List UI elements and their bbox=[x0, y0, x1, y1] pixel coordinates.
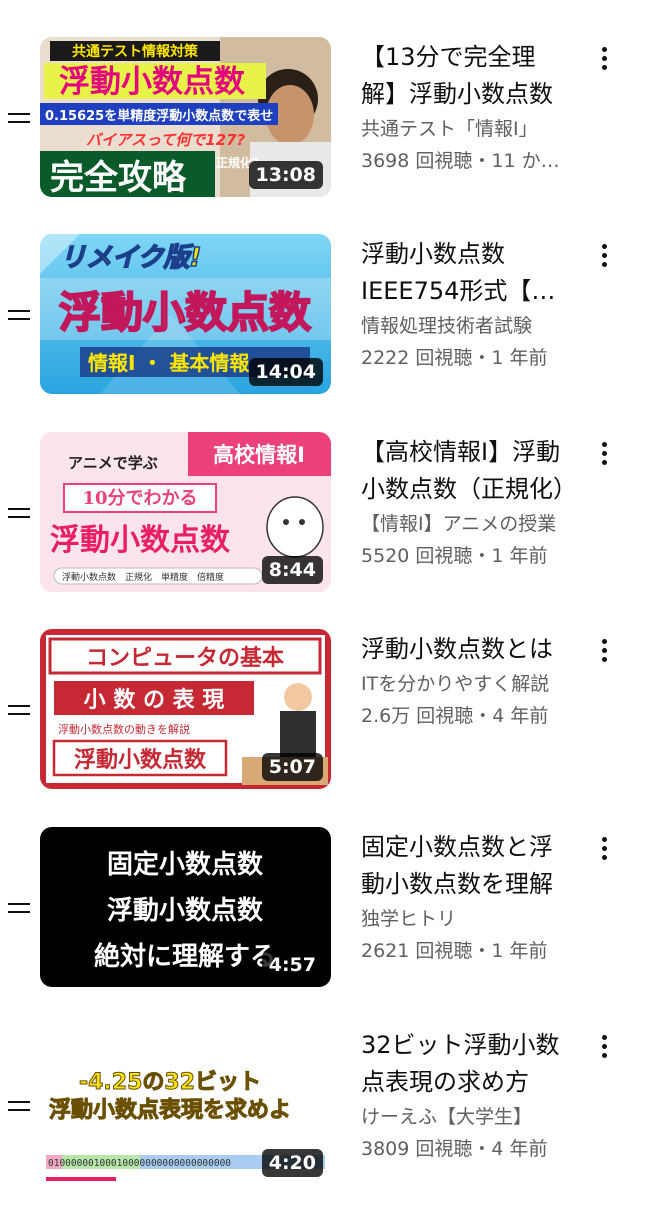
video-title[interactable]: 固定小数点数と浮動小数点数を理解 bbox=[361, 829, 571, 903]
drag-handle-icon[interactable] bbox=[8, 310, 30, 322]
video-stats: 3698 回視聴・11 か月前 bbox=[361, 150, 571, 172]
drag-handle-icon[interactable] bbox=[8, 508, 30, 520]
svg-text:リメイク版!: リメイク版! bbox=[60, 243, 201, 273]
video-thumbnail[interactable]: 高校情報Ⅰ アニメで学ぶ 10分でわかる 浮動小数点数 浮動小数点数 正規化 単… bbox=[40, 432, 331, 592]
svg-text:バイアスって何で127?: バイアスって何で127? bbox=[86, 131, 246, 149]
svg-text:小 数 の 表 現: 小 数 の 表 現 bbox=[84, 687, 225, 713]
video-item[interactable]: 高校情報Ⅰ アニメで学ぶ 10分でわかる 浮動小数点数 浮動小数点数 正規化 単… bbox=[0, 432, 655, 629]
more-actions-icon[interactable] bbox=[596, 1035, 612, 1061]
svg-text:浮動小数点表現を求めよ: 浮動小数点表現を求めよ bbox=[49, 1097, 291, 1123]
svg-text:浮動小数点数 正規化 単精度 倍精度: 浮動小数点数 正規化 単精度 倍精度 bbox=[62, 571, 224, 583]
video-info[interactable]: 【高校情報Ⅰ】浮動小数点数（正規化） 【情報Ⅰ】アニメの授業 5520 回視聴・… bbox=[361, 434, 571, 572]
svg-text:0.15625を単精度浮動小数点数で表せ: 0.15625を単精度浮動小数点数で表せ bbox=[45, 108, 273, 124]
video-title[interactable]: 浮動小数点数とは bbox=[361, 631, 571, 668]
video-stats: 2.6万 回視聴・4 年前 bbox=[361, 705, 549, 727]
video-info[interactable]: 浮動小数点数とは ITを分かりやすく解説 2.6万 回視聴・4 年前 bbox=[361, 631, 571, 732]
svg-text:浮動小数点数: 浮動小数点数 bbox=[74, 747, 207, 773]
playlist-video-list: 共通テスト情報対策 浮動小数点数 0.15625を単精度浮動小数点数で表せ バイ… bbox=[0, 0, 655, 1200]
duration-badge: 14:04 bbox=[248, 358, 323, 386]
channel-name: 独学ヒトリ bbox=[361, 908, 457, 930]
svg-text:高校情報Ⅰ: 高校情報Ⅰ bbox=[213, 443, 305, 467]
channel-name: ITを分かりやすく解説 bbox=[361, 673, 550, 695]
svg-text:完全攻略: 完全攻略 bbox=[50, 158, 187, 197]
video-stats: 3809 回視聴・4 年前 bbox=[361, 1138, 548, 1160]
video-stats: 2222 回視聴・1 年前 bbox=[361, 347, 548, 369]
svg-text:浮動小数点数: 浮動小数点数 bbox=[59, 288, 311, 337]
more-actions-icon[interactable] bbox=[596, 47, 612, 73]
duration-badge: 4:20 bbox=[261, 1149, 323, 1177]
svg-text:共通テスト情報対策: 共通テスト情報対策 bbox=[72, 43, 199, 60]
video-info[interactable]: 浮動小数点数 IEEE754形式【基本情報】 情報処理技術者試験 2222 回視… bbox=[361, 236, 571, 374]
video-title[interactable]: 浮動小数点数 IEEE754形式【基本情報】 bbox=[361, 236, 571, 310]
svg-text:固定小数点数: 固定小数点数 bbox=[107, 849, 264, 880]
channel-name: 共通テスト「情報Ⅰ」 bbox=[361, 118, 538, 140]
video-thumbnail[interactable]: リメイク版! 浮動小数点数 情報Ⅰ ・ 基本情報 14:04 bbox=[40, 234, 331, 394]
more-actions-icon[interactable] bbox=[596, 639, 612, 665]
drag-handle-icon[interactable] bbox=[8, 705, 30, 717]
drag-handle-icon[interactable] bbox=[8, 1101, 30, 1113]
video-stats: 5520 回視聴・1 年前 bbox=[361, 545, 548, 567]
video-info[interactable]: 固定小数点数と浮動小数点数を理解 独学ヒトリ 2621 回視聴・1 年前 bbox=[361, 829, 571, 967]
video-title[interactable]: 【高校情報Ⅰ】浮動小数点数（正規化） bbox=[361, 434, 571, 508]
video-info[interactable]: 32ビット浮動小数点表現の求め方 けーえふ【大学生】 3809 回視聴・4 年前 bbox=[361, 1027, 571, 1165]
more-actions-icon[interactable] bbox=[596, 244, 612, 270]
video-item[interactable]: リメイク版! 浮動小数点数 情報Ⅰ ・ 基本情報 14:04 浮動小数点数 IE… bbox=[0, 234, 655, 431]
svg-text:浮動小数点数の動きを解説: 浮動小数点数の動きを解説 bbox=[58, 722, 190, 736]
duration-badge: 13:08 bbox=[248, 161, 323, 189]
svg-text:浮動小数点数: 浮動小数点数 bbox=[107, 895, 264, 926]
channel-name: 情報処理技術者試験 bbox=[361, 315, 533, 337]
svg-text:コンピュータの基本: コンピュータの基本 bbox=[86, 646, 284, 671]
svg-text:浮動小数点数: 浮動小数点数 bbox=[59, 64, 245, 100]
svg-text:10分でわかる: 10分でわかる bbox=[82, 488, 197, 509]
drag-handle-icon[interactable] bbox=[8, 903, 30, 915]
svg-text:情報Ⅰ ・ 基本情報: 情報Ⅰ ・ 基本情報 bbox=[88, 351, 250, 375]
more-actions-icon[interactable] bbox=[596, 837, 612, 863]
video-title[interactable]: 【13分で完全理解】浮動小数点数 bbox=[361, 39, 571, 113]
svg-text:浮動小数点数: 浮動小数点数 bbox=[50, 523, 231, 558]
video-thumbnail[interactable]: 共通テスト情報対策 浮動小数点数 0.15625を単精度浮動小数点数で表せ バイ… bbox=[40, 37, 331, 197]
svg-text:-4.25の32ビット: -4.25の32ビット bbox=[79, 1070, 261, 1095]
video-title[interactable]: 32ビット浮動小数点表現の求め方 bbox=[361, 1027, 571, 1101]
video-thumbnail[interactable]: -4.25の32ビット 浮動小数点表現を求めよ 0100000010001000… bbox=[40, 1025, 331, 1185]
channel-name: けーえふ【大学生】 bbox=[361, 1106, 533, 1128]
duration-badge: 4:57 bbox=[261, 951, 323, 979]
channel-name: 【情報Ⅰ】アニメの授業 bbox=[361, 513, 557, 535]
video-stats: 2621 回視聴・1 年前 bbox=[361, 940, 548, 962]
svg-text:010000001000100000000000000000: 01000000100010000000000000000000 bbox=[48, 1158, 231, 1169]
video-thumbnail[interactable]: コンピュータの基本 小 数 の 表 現 浮動小数点数の動きを解説 浮動小数点数 … bbox=[40, 629, 331, 789]
video-item[interactable]: 固定小数点数 浮動小数点数 絶対に理解する 4:57 固定小数点数と浮動小数点数… bbox=[0, 827, 655, 1024]
svg-text:絶対に理解する: 絶対に理解する bbox=[94, 941, 276, 972]
svg-text:アニメで学ぶ: アニメで学ぶ bbox=[68, 454, 158, 472]
duration-badge: 8:44 bbox=[261, 556, 323, 584]
video-item[interactable]: -4.25の32ビット 浮動小数点表現を求めよ 0100000010001000… bbox=[0, 1025, 655, 1222]
video-item[interactable]: 共通テスト情報対策 浮動小数点数 0.15625を単精度浮動小数点数で表せ バイ… bbox=[0, 37, 655, 234]
video-item[interactable]: コンピュータの基本 小 数 の 表 現 浮動小数点数の動きを解説 浮動小数点数 … bbox=[0, 629, 655, 826]
drag-handle-icon[interactable] bbox=[8, 113, 30, 125]
duration-badge: 5:07 bbox=[261, 753, 323, 781]
more-actions-icon[interactable] bbox=[596, 442, 612, 468]
video-info[interactable]: 【13分で完全理解】浮動小数点数 共通テスト「情報Ⅰ」 3698 回視聴・11 … bbox=[361, 39, 571, 177]
video-thumbnail[interactable]: 固定小数点数 浮動小数点数 絶対に理解する 4:57 bbox=[40, 827, 331, 987]
